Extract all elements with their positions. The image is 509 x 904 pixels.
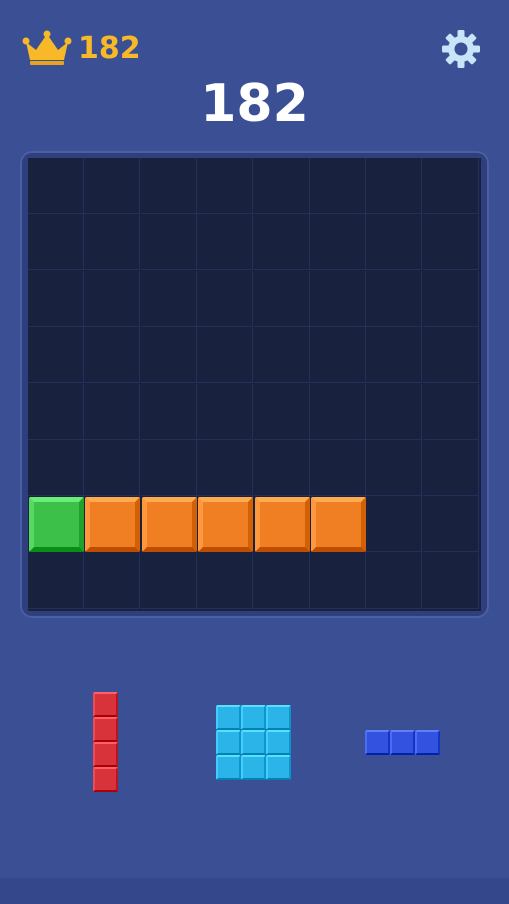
board-block xyxy=(85,497,141,553)
board-cell[interactable] xyxy=(197,552,254,609)
board-cell[interactable] xyxy=(197,158,254,214)
piece-block xyxy=(241,755,266,780)
board-cell[interactable] xyxy=(140,158,197,214)
board-cell[interactable] xyxy=(84,383,141,440)
board-cell[interactable] xyxy=(253,552,310,609)
board-cell[interactable] xyxy=(84,270,141,327)
piece-block xyxy=(365,730,390,755)
piece-block xyxy=(266,730,291,755)
board-cell[interactable] xyxy=(366,552,423,609)
piece-block xyxy=(93,767,118,792)
board-cell[interactable] xyxy=(310,552,366,609)
piece-block xyxy=(216,705,241,730)
board-cell[interactable] xyxy=(366,270,423,327)
board-cell[interactable] xyxy=(253,327,310,384)
board-cell[interactable] xyxy=(422,158,479,214)
board-cell[interactable] xyxy=(84,440,141,496)
board-cell[interactable] xyxy=(253,158,310,214)
board-cell[interactable] xyxy=(84,327,141,384)
board-cell[interactable] xyxy=(422,496,479,553)
board-cell[interactable] xyxy=(84,158,141,214)
bottom-band xyxy=(0,878,509,904)
board-cell[interactable] xyxy=(28,214,84,271)
board-cell[interactable] xyxy=(310,158,366,214)
board-cell[interactable] xyxy=(197,327,254,384)
board-cell[interactable] xyxy=(253,383,310,440)
board-cell[interactable] xyxy=(422,552,479,609)
top-bar: 182 xyxy=(0,0,509,80)
board-cell[interactable] xyxy=(140,383,197,440)
piece-block xyxy=(241,705,266,730)
piece-block xyxy=(415,730,440,755)
board-cell[interactable] xyxy=(140,270,197,327)
board-cell[interactable] xyxy=(422,440,479,496)
board-cell[interactable] xyxy=(197,383,254,440)
piece-block xyxy=(390,730,415,755)
board-cell[interactable] xyxy=(310,327,366,384)
piece-block xyxy=(216,755,241,780)
best-score: 182 xyxy=(78,31,141,66)
board-cell[interactable] xyxy=(366,383,423,440)
piece-block xyxy=(93,692,118,717)
board-cell[interactable] xyxy=(140,214,197,271)
board-cell[interactable] xyxy=(28,552,84,609)
board-block xyxy=(254,497,310,553)
board-cell[interactable] xyxy=(310,440,366,496)
game-board[interactable] xyxy=(28,158,481,611)
board-cell[interactable] xyxy=(28,327,84,384)
piece-block xyxy=(266,705,291,730)
crown-icon xyxy=(22,30,72,65)
board-cell[interactable] xyxy=(366,496,423,553)
board-cell[interactable] xyxy=(310,270,366,327)
board-block xyxy=(29,497,84,553)
board-cell[interactable] xyxy=(84,552,141,609)
board-cell[interactable] xyxy=(197,270,254,327)
piece-block xyxy=(93,717,118,742)
board-cell[interactable] xyxy=(422,383,479,440)
board-cell[interactable] xyxy=(140,440,197,496)
board-block xyxy=(141,497,197,553)
board-cell[interactable] xyxy=(422,214,479,271)
board-cell[interactable] xyxy=(253,440,310,496)
board-cell[interactable] xyxy=(310,383,366,440)
board-cell[interactable] xyxy=(197,214,254,271)
gear-icon[interactable] xyxy=(440,28,482,70)
board-cell[interactable] xyxy=(28,158,84,214)
board-cell[interactable] xyxy=(366,214,423,271)
board-cell[interactable] xyxy=(84,214,141,271)
board-cell[interactable] xyxy=(422,270,479,327)
piece-block xyxy=(266,755,291,780)
board-cell[interactable] xyxy=(28,383,84,440)
board-cell[interactable] xyxy=(140,552,197,609)
board-cell[interactable] xyxy=(366,158,423,214)
board-cell[interactable] xyxy=(253,270,310,327)
board-cell[interactable] xyxy=(366,327,423,384)
current-score: 182 xyxy=(200,74,309,134)
piece-block xyxy=(93,742,118,767)
board-cell[interactable] xyxy=(197,440,254,496)
board-cell[interactable] xyxy=(140,327,197,384)
board-cell[interactable] xyxy=(28,270,84,327)
piece-block xyxy=(216,730,241,755)
board-cell[interactable] xyxy=(253,214,310,271)
board-block xyxy=(311,497,366,553)
board-cell[interactable] xyxy=(366,440,423,496)
piece-block xyxy=(241,730,266,755)
board-cell[interactable] xyxy=(422,327,479,384)
board-block xyxy=(198,497,254,553)
board-cell[interactable] xyxy=(28,440,84,496)
board-cell[interactable] xyxy=(310,214,366,271)
